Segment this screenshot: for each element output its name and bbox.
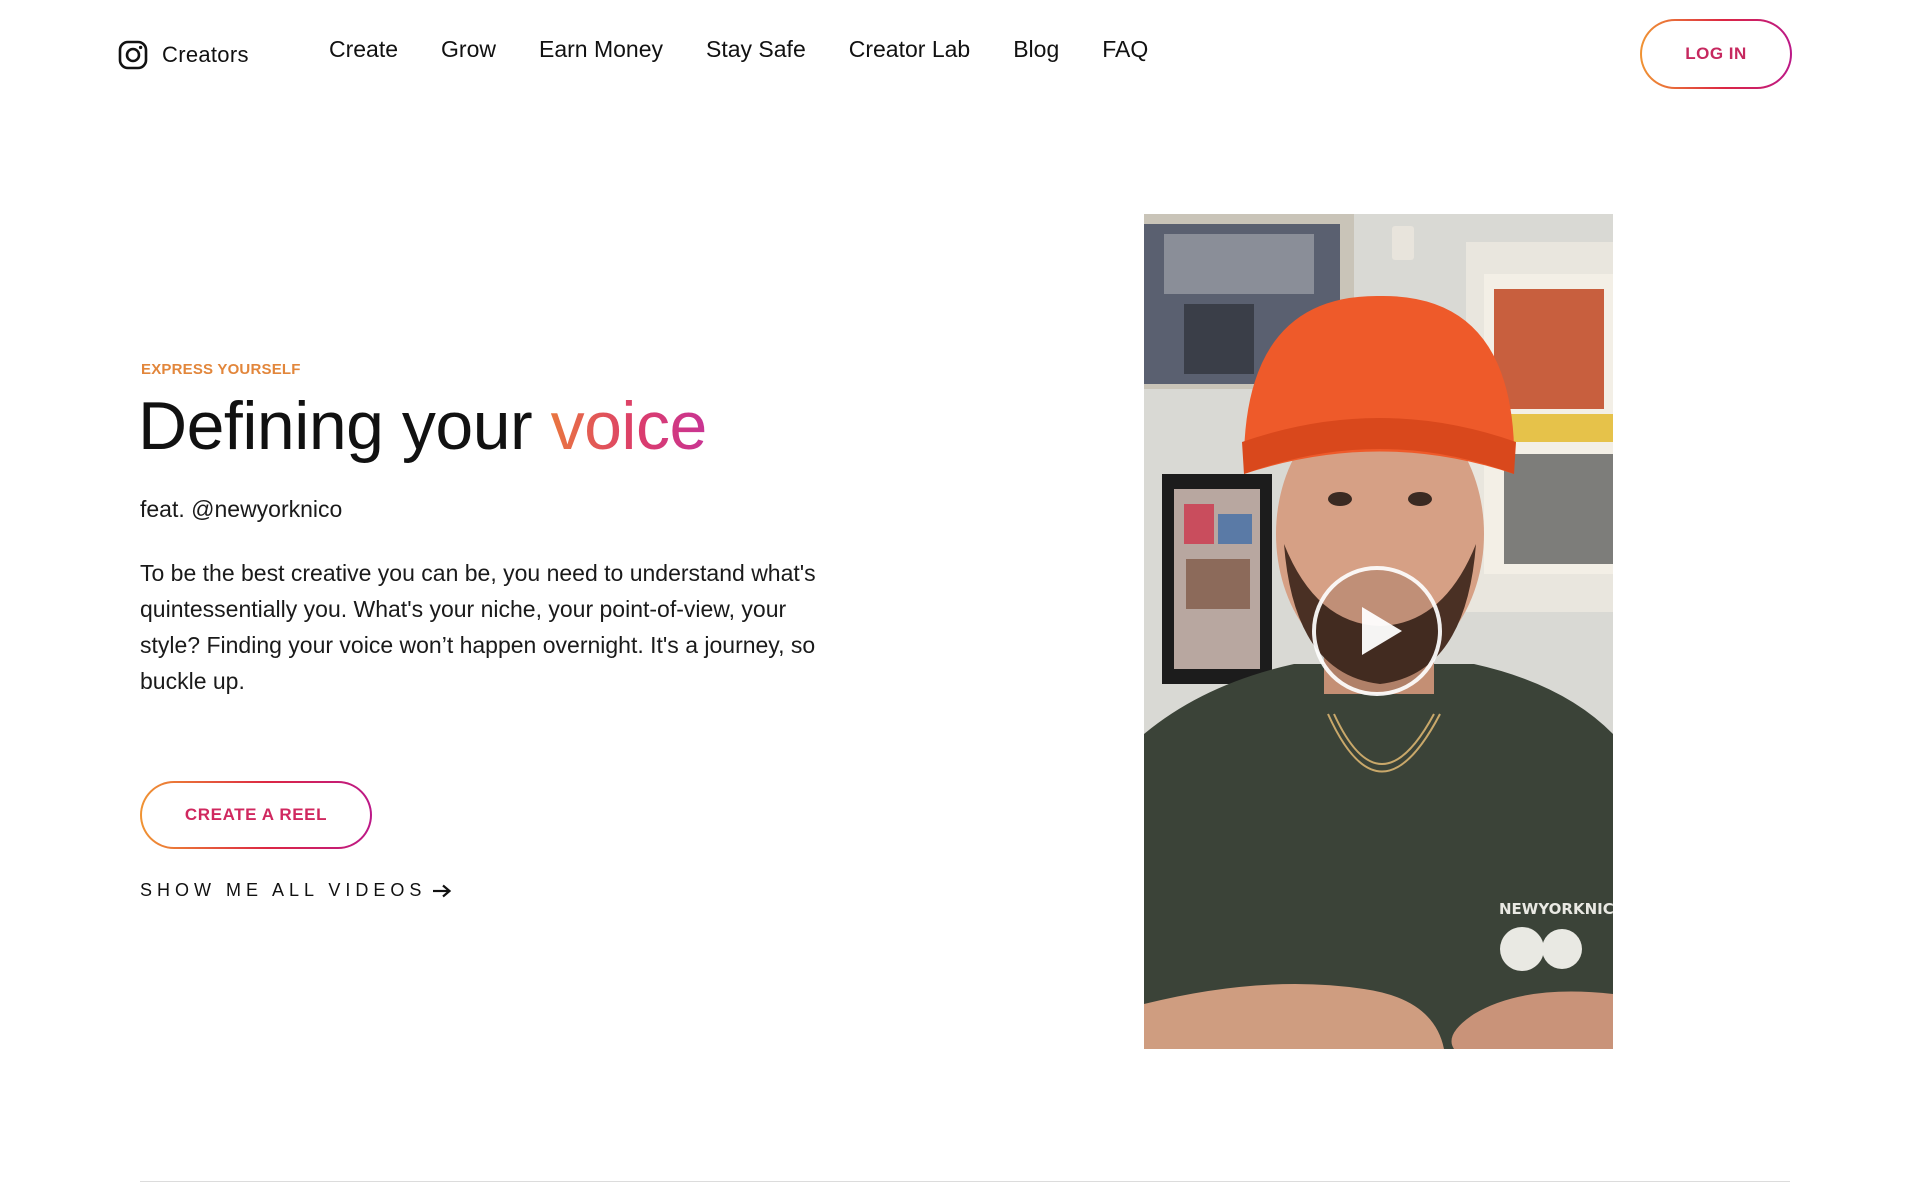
section-divider	[140, 1181, 1790, 1182]
nav-item-blog[interactable]: Blog	[1013, 36, 1059, 63]
nav-item-earn-money[interactable]: Earn Money	[539, 36, 663, 63]
title-accent: voice	[550, 388, 708, 464]
play-button[interactable]	[1312, 566, 1442, 696]
login-button[interactable]: LOG IN	[1640, 19, 1792, 89]
eyebrow-label: EXPRESS YOURSELF	[141, 361, 301, 378]
video-player[interactable]: NEWYORKNICO	[1144, 214, 1613, 1049]
play-icon	[1362, 607, 1402, 655]
instagram-icon	[118, 40, 148, 70]
page-title: Defining your voice	[138, 386, 707, 468]
nav-item-faq[interactable]: FAQ	[1102, 36, 1148, 63]
nav-item-creator-lab[interactable]: Creator Lab	[849, 36, 970, 63]
brand-link[interactable]: Creators	[118, 40, 249, 70]
nav-item-create[interactable]: Create	[329, 36, 398, 63]
nav-item-stay-safe[interactable]: Stay Safe	[706, 36, 806, 63]
show-all-videos-link[interactable]: SHOW ME ALL VIDEOS	[140, 880, 452, 901]
brand-label: Creators	[162, 42, 249, 67]
hero-description: To be the best creative you can be, you …	[140, 560, 816, 694]
shirt-text: NEWYORKNICO	[1499, 900, 1613, 918]
create-reel-button[interactable]: CREATE A REEL	[140, 781, 372, 849]
nav-item-grow[interactable]: Grow	[441, 36, 496, 63]
main-nav: Create Grow Earn Money Stay Safe Creator…	[329, 36, 1148, 63]
featured-creator: feat. @newyorknico	[140, 496, 343, 522]
site-header: Creators Create Grow Earn Money Stay Saf…	[0, 0, 1920, 110]
arrow-right-icon	[433, 884, 452, 897]
show-all-videos-label: SHOW ME ALL VIDEOS	[140, 880, 427, 900]
title-main: Defining your	[138, 388, 551, 464]
